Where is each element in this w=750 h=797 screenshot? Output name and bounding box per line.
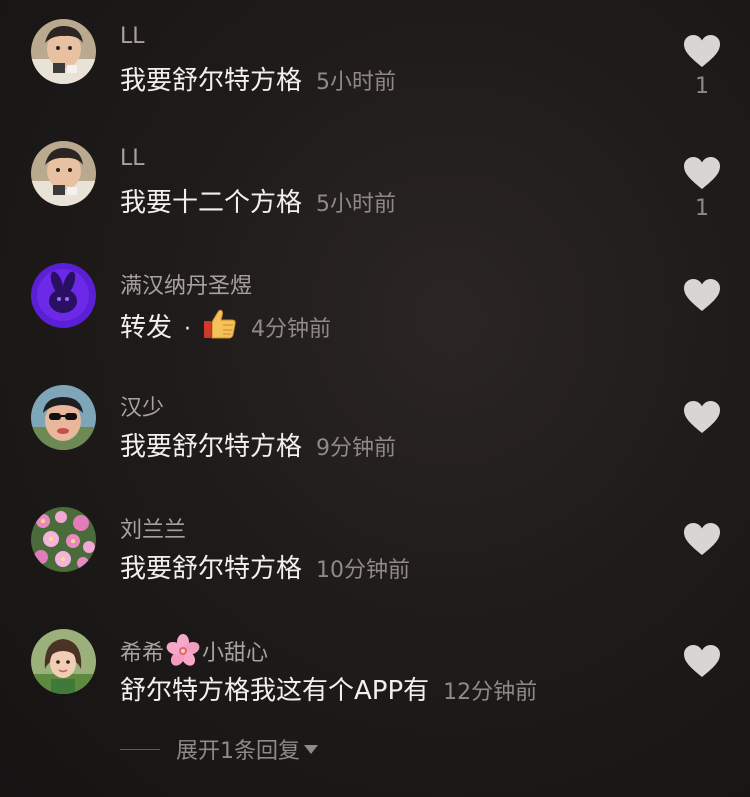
comment-content-line: 我要十二个方格 5小时前 <box>120 182 396 219</box>
pink-flowers-avatar <box>31 507 96 572</box>
like-count: 1 <box>695 196 709 221</box>
comment-content-line: 转发 · 4分钟前 <box>120 304 331 344</box>
child-avatar <box>31 19 96 84</box>
avatar[interactable] <box>31 141 96 206</box>
comment-item[interactable]: 希希 小甜心 舒尔特方格我这有个APP有 12分钟前 <box>0 610 750 732</box>
comment-text: 我要舒尔特方格 <box>120 554 303 584</box>
separator-dot: · <box>184 317 192 342</box>
girl-avatar <box>31 629 96 694</box>
comment-time: 5小时前 <box>316 192 397 217</box>
avatar[interactable] <box>31 507 96 572</box>
username[interactable]: LL <box>120 24 145 49</box>
comment-item[interactable]: 满汉纳丹圣煜 转发 · 4分钟前 <box>0 244 750 366</box>
purple-bunny-avatar <box>31 263 96 328</box>
username[interactable]: 刘兰兰 <box>120 512 186 544</box>
heart-icon <box>684 523 720 555</box>
comment-text: 我要十二个方格 <box>120 188 303 218</box>
like-button[interactable] <box>683 156 721 190</box>
avatar[interactable] <box>31 629 96 694</box>
like-button[interactable] <box>683 522 721 556</box>
comment-time: 5小时前 <box>316 70 397 95</box>
heart-icon <box>684 401 720 433</box>
avatar[interactable] <box>31 19 96 84</box>
comment-time: 10分钟前 <box>316 558 411 583</box>
heart-icon <box>684 279 720 311</box>
comment-time: 12分钟前 <box>443 680 538 705</box>
comment-content-line: 我要舒尔特方格 9分钟前 <box>120 426 396 463</box>
comment-item[interactable]: 刘兰兰 我要舒尔特方格 10分钟前 <box>0 488 750 610</box>
heart-icon <box>684 35 720 67</box>
username[interactable]: 汉少 <box>120 390 164 422</box>
username[interactable]: 希希 小甜心 <box>120 634 268 668</box>
like-button[interactable] <box>683 400 721 434</box>
like-button[interactable] <box>683 278 721 312</box>
comment-content-line: 我要舒尔特方格 5小时前 <box>120 60 396 97</box>
username-part: 希希 <box>120 641 165 666</box>
comment-text: 舒尔特方格我这有个APP有 <box>120 676 430 706</box>
thumbs-up-icon <box>203 308 237 340</box>
like-button[interactable] <box>683 644 721 678</box>
heart-icon <box>684 645 720 677</box>
avatar[interactable] <box>31 385 96 450</box>
username[interactable]: LL <box>120 146 145 171</box>
expand-replies-label: 展开1条回复 <box>176 739 300 764</box>
username-part: 小甜心 <box>202 641 269 666</box>
caret-down-icon <box>304 744 318 754</box>
heart-icon <box>684 157 720 189</box>
comment-item[interactable]: 汉少 我要舒尔特方格 9分钟前 <box>0 366 750 488</box>
comment-content-line: 我要舒尔特方格 10分钟前 <box>120 548 410 585</box>
comment-text: 我要舒尔特方格 <box>120 432 303 462</box>
like-button[interactable] <box>683 34 721 68</box>
comment-text: 转发 <box>120 313 173 343</box>
child-avatar <box>31 141 96 206</box>
username[interactable]: 满汉纳丹圣煜 <box>120 268 252 300</box>
comment-time: 9分钟前 <box>316 436 397 461</box>
comment-item[interactable]: LL 我要舒尔特方格 5小时前 1 <box>0 0 750 122</box>
comment-item[interactable]: LL 我要十二个方格 5小时前 1 <box>0 122 750 244</box>
cherry-blossom-icon <box>166 634 200 668</box>
sunglasses-man-avatar <box>31 385 96 450</box>
expand-replies-button[interactable]: 展开1条回复 <box>120 733 318 765</box>
like-count: 1 <box>695 74 709 99</box>
comment-text: 我要舒尔特方格 <box>120 66 303 96</box>
avatar[interactable] <box>31 263 96 328</box>
comment-content-line: 舒尔特方格我这有个APP有 12分钟前 <box>120 670 537 707</box>
comment-time: 4分钟前 <box>251 317 332 342</box>
divider-line <box>120 748 160 750</box>
